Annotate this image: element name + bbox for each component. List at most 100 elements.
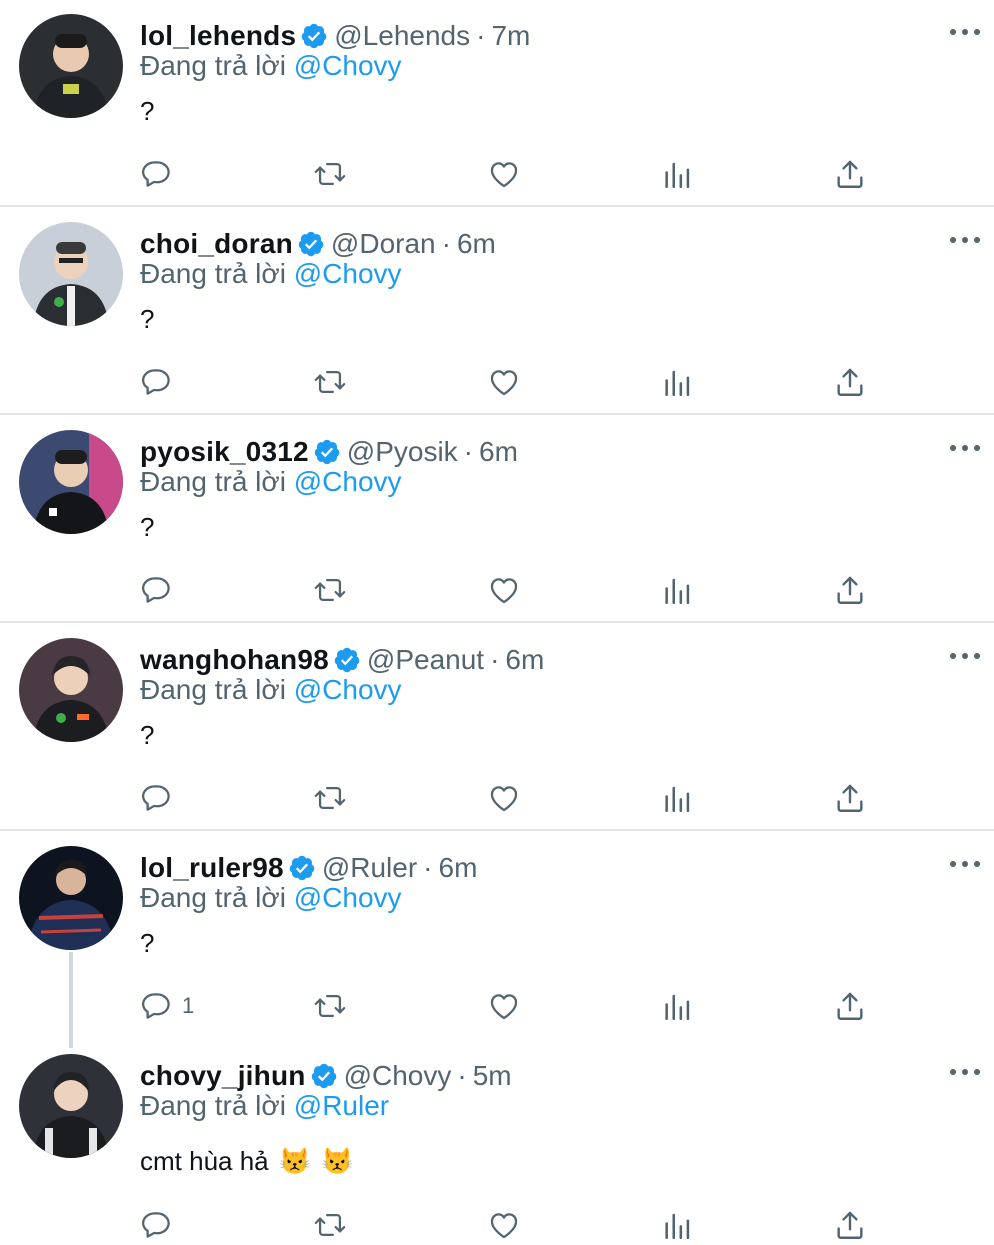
- mention-link[interactable]: @Chovy: [294, 50, 402, 81]
- like-button[interactable]: [487, 778, 521, 818]
- reply-button[interactable]: [140, 570, 182, 610]
- views-button[interactable]: [661, 362, 695, 402]
- share-icon: [837, 1211, 863, 1239]
- views-button[interactable]: [661, 1205, 695, 1245]
- replying-prefix: Đang trả lời: [140, 50, 286, 81]
- like-button[interactable]: [487, 570, 521, 610]
- tweet-text: ?: [140, 928, 154, 959]
- tweet-text: ?: [140, 304, 154, 335]
- replying-prefix: Đang trả lời: [140, 466, 286, 497]
- reply-button[interactable]: 1: [140, 986, 194, 1026]
- timestamp[interactable]: 7m: [491, 20, 530, 52]
- share-button[interactable]: [833, 986, 867, 1026]
- pouting-cat-emoji: 😾: [321, 1146, 354, 1176]
- more-icon[interactable]: [950, 648, 980, 664]
- replying-prefix: Đang trả lời: [140, 1090, 286, 1121]
- action-bar: [0, 1205, 994, 1245]
- more-icon[interactable]: [950, 856, 980, 872]
- tweet-header: lol_lehends @Lehends · 7m: [140, 18, 530, 54]
- share-button[interactable]: [833, 570, 867, 610]
- timestamp[interactable]: 6m: [505, 644, 544, 676]
- mention-link[interactable]: @Chovy: [294, 466, 402, 497]
- divider: [0, 829, 994, 831]
- more-icon[interactable]: [950, 24, 980, 40]
- avatar[interactable]: [19, 1054, 123, 1158]
- handle[interactable]: @Doran: [331, 228, 436, 260]
- views-button[interactable]: [661, 986, 695, 1026]
- tweet-text: ?: [140, 96, 154, 127]
- tweet-pyosik[interactable]: pyosik_0312 @Pyosik · 6m Đang trả lời @C…: [0, 416, 994, 621]
- retweet-button[interactable]: [313, 154, 347, 194]
- avatar[interactable]: [19, 222, 123, 326]
- views-button[interactable]: [661, 570, 695, 610]
- timestamp[interactable]: 6m: [479, 436, 518, 468]
- mention-link[interactable]: @Chovy: [294, 882, 402, 913]
- display-name[interactable]: pyosik_0312: [140, 436, 309, 468]
- reply-icon: [141, 1212, 170, 1238]
- retweet-button[interactable]: [313, 778, 347, 818]
- share-button[interactable]: [833, 362, 867, 402]
- avatar[interactable]: [19, 14, 123, 118]
- handle[interactable]: @Chovy: [344, 1060, 452, 1092]
- display-name[interactable]: chovy_jihun: [140, 1060, 306, 1092]
- timestamp[interactable]: 6m: [457, 228, 496, 260]
- retweet-button[interactable]: [313, 1205, 347, 1245]
- tweet-lehends[interactable]: lol_lehends @Lehends · 7m Đang trả lời @…: [0, 0, 994, 205]
- like-button[interactable]: [487, 1205, 521, 1245]
- retweet-button[interactable]: [313, 986, 347, 1026]
- like-button[interactable]: [487, 362, 521, 402]
- tweet-peanut[interactable]: wanghohan98 @Peanut · 6m Đang trả lời @C…: [0, 624, 994, 829]
- views-icon: [665, 578, 690, 605]
- views-button[interactable]: [661, 778, 695, 818]
- tweet-header: pyosik_0312 @Pyosik · 6m: [140, 434, 518, 470]
- reply-button[interactable]: [140, 778, 182, 818]
- mention-link[interactable]: @Ruler: [294, 1090, 389, 1121]
- display-name[interactable]: lol_lehends: [140, 20, 296, 52]
- handle[interactable]: @Pyosik: [347, 436, 458, 468]
- retweet-button[interactable]: [313, 362, 347, 402]
- reply-button[interactable]: [140, 362, 182, 402]
- more-icon[interactable]: [950, 1064, 980, 1080]
- share-button[interactable]: [833, 1205, 867, 1245]
- like-icon: [490, 1213, 518, 1239]
- separator-dot: ·: [463, 436, 473, 467]
- separator-dot: ·: [441, 228, 451, 259]
- share-button[interactable]: [833, 154, 867, 194]
- handle[interactable]: @Lehends: [334, 20, 470, 52]
- display-name[interactable]: wanghohan98: [140, 644, 329, 676]
- views-icon: [665, 994, 690, 1021]
- avatar[interactable]: [19, 430, 123, 534]
- more-icon[interactable]: [950, 232, 980, 248]
- tweet-chovy[interactable]: chovy_jihun @Chovy · 5m Đang trả lời @Ru…: [0, 1040, 994, 1244]
- reply-icon: [141, 161, 170, 187]
- views-button[interactable]: [661, 154, 695, 194]
- divider: [0, 413, 994, 415]
- mention-link[interactable]: @Chovy: [294, 258, 402, 289]
- reply-button[interactable]: [140, 154, 182, 194]
- tweet-header: lol_ruler98 @Ruler · 6m: [140, 850, 477, 886]
- views-icon: [665, 1213, 690, 1240]
- handle[interactable]: @Ruler: [322, 852, 417, 884]
- tweet-ruler[interactable]: lol_ruler98 @Ruler · 6m Đang trả lời @Ch…: [0, 832, 994, 1040]
- tweet-doran[interactable]: choi_doran @Doran · 6m Đang trả lời @Cho…: [0, 208, 994, 413]
- like-icon: [490, 994, 518, 1020]
- action-bar: [0, 362, 994, 402]
- retweet-button[interactable]: [313, 570, 347, 610]
- timestamp[interactable]: 5m: [473, 1060, 512, 1092]
- tweet-text-content: ?: [140, 96, 155, 126]
- avatar[interactable]: [19, 846, 123, 950]
- handle[interactable]: @Peanut: [367, 644, 484, 676]
- mention-link[interactable]: @Chovy: [294, 674, 402, 705]
- reply-button[interactable]: [140, 1205, 182, 1245]
- like-icon: [490, 786, 518, 812]
- separator-dot: ·: [490, 644, 500, 675]
- display-name[interactable]: choi_doran: [140, 228, 293, 260]
- replying-to: Đang trả lời @Chovy: [140, 882, 402, 914]
- like-button[interactable]: [487, 154, 521, 194]
- like-button[interactable]: [487, 986, 521, 1026]
- display-name[interactable]: lol_ruler98: [140, 852, 284, 884]
- avatar[interactable]: [19, 638, 123, 742]
- more-icon[interactable]: [950, 440, 980, 456]
- timestamp[interactable]: 6m: [439, 852, 478, 884]
- share-button[interactable]: [833, 778, 867, 818]
